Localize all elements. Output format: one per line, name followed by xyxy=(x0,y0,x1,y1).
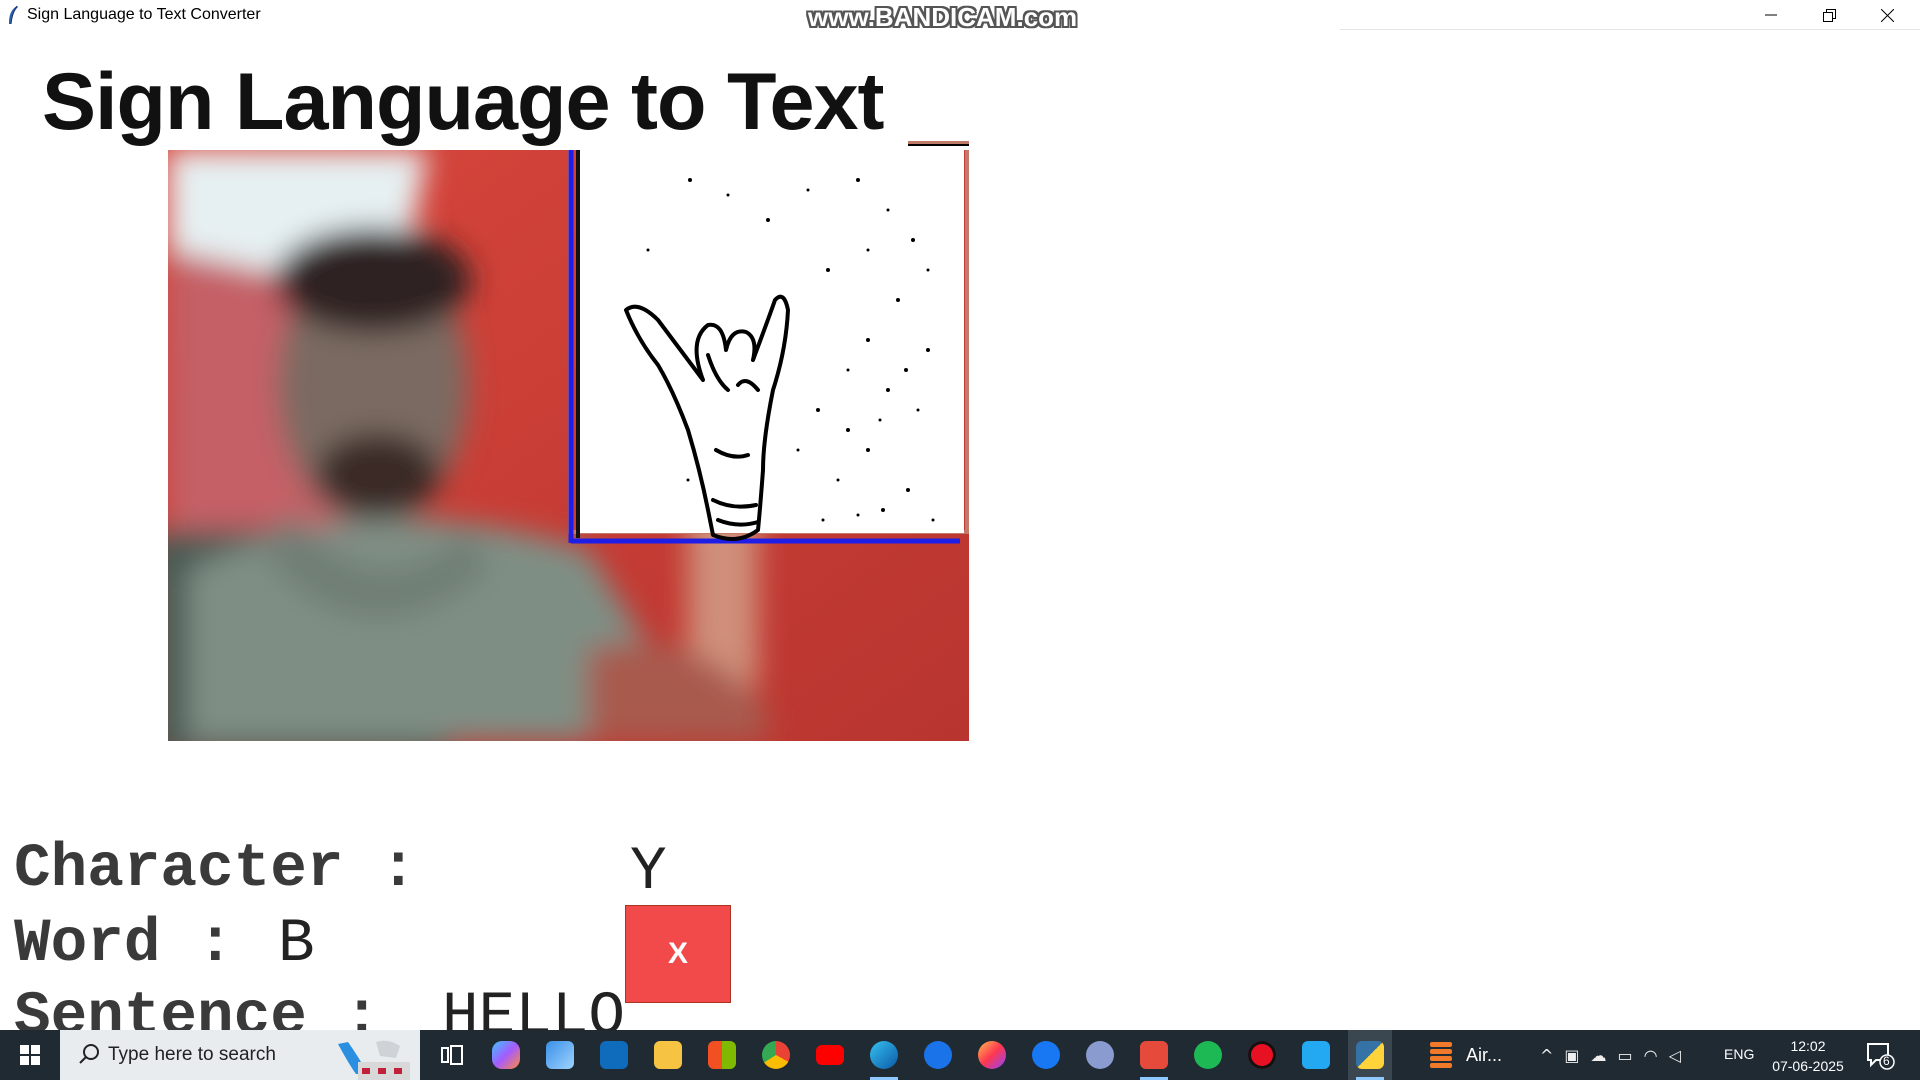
file-explorer-icon[interactable] xyxy=(646,1030,690,1080)
search-highlight-icon xyxy=(338,1040,410,1080)
sentence-label: Sentence : xyxy=(14,983,381,1030)
clear-button[interactable]: X xyxy=(625,905,731,1003)
sentence-value: HELLO xyxy=(442,983,626,1030)
notification-button[interactable]: 6 xyxy=(1866,1042,1896,1070)
spotify-icon[interactable] xyxy=(1186,1030,1230,1080)
wifi-icon[interactable]: ◠ xyxy=(1644,1046,1658,1065)
character-label: Character : xyxy=(14,835,417,904)
chevron-up-icon[interactable]: ^ xyxy=(1540,1046,1553,1065)
system-tray: ^ ▣ ☁ ▭ ◠ ◁ xyxy=(1540,1030,1692,1080)
taskbar-pinned xyxy=(430,1030,1402,1080)
taskbar-search[interactable]: Type here to search xyxy=(60,1030,420,1080)
notification-icon xyxy=(1867,1043,1895,1070)
app-running-icon xyxy=(1430,1042,1452,1068)
bandicam-watermark: www.BANDICAM.com xyxy=(808,2,1078,32)
word-value: B xyxy=(278,910,315,979)
restore-icon xyxy=(1822,8,1836,22)
outlook-icon[interactable] xyxy=(592,1030,636,1080)
close-button[interactable] xyxy=(1858,0,1916,30)
minimize-icon xyxy=(1765,14,1777,16)
divider xyxy=(1340,29,1920,30)
taskbar-running-app[interactable]: Air... xyxy=(1428,1030,1502,1080)
close-icon xyxy=(1880,8,1894,22)
character-value: Y xyxy=(630,838,667,907)
volume-icon[interactable]: ◁ xyxy=(1669,1046,1681,1065)
cloud-icon[interactable]: ☁ xyxy=(1591,1046,1607,1065)
running-app-label: Air... xyxy=(1466,1044,1503,1065)
language-indicator[interactable]: ENG xyxy=(1724,1046,1754,1062)
brave-icon[interactable] xyxy=(1132,1030,1176,1080)
clock-time: 12:02 xyxy=(1790,1038,1826,1054)
vscode-icon[interactable] xyxy=(1294,1030,1338,1080)
minimize-button[interactable] xyxy=(1742,0,1800,30)
word-label: Word : xyxy=(14,910,234,979)
laptop-icon[interactable] xyxy=(538,1030,582,1080)
restore-button[interactable] xyxy=(1800,0,1858,30)
r-icon[interactable] xyxy=(1078,1030,1122,1080)
camera-feed xyxy=(168,150,969,741)
record-icon[interactable] xyxy=(1240,1030,1284,1080)
firefox-icon[interactable] xyxy=(970,1030,1014,1080)
microsoft-store-icon[interactable] xyxy=(700,1030,744,1080)
clock[interactable]: 12:02 07-06-2025 xyxy=(1768,1036,1848,1076)
window-titlebar: Sign Language to Text Converter www.BAND… xyxy=(0,0,1920,32)
meet-icon[interactable]: ▣ xyxy=(1564,1046,1579,1065)
facebook-icon[interactable] xyxy=(1024,1030,1068,1080)
battery-icon[interactable]: ▭ xyxy=(1618,1046,1633,1065)
chrome-icon[interactable] xyxy=(754,1030,798,1080)
search-icon xyxy=(79,1044,99,1064)
task-view-icon[interactable] xyxy=(430,1030,474,1080)
youtube-icon[interactable] xyxy=(808,1030,852,1080)
app-icon[interactable] xyxy=(916,1030,960,1080)
taskbar: Type here to search Air... ^ ▣ ☁ ▭ ◠ ◁ E… xyxy=(0,1030,1920,1080)
roi-corner-top xyxy=(908,141,969,144)
start-button[interactable] xyxy=(0,1030,60,1080)
python-icon[interactable] xyxy=(1348,1030,1392,1080)
camera-image xyxy=(168,150,969,741)
windows-icon xyxy=(20,1045,40,1065)
edge-icon[interactable] xyxy=(862,1030,906,1080)
search-placeholder: Type here to search xyxy=(108,1044,276,1065)
clock-date: 07-06-2025 xyxy=(1772,1058,1844,1074)
notification-count: 6 xyxy=(1883,1054,1890,1068)
app-heading: Sign Language to Text xyxy=(42,57,885,147)
copilot-icon[interactable] xyxy=(484,1030,528,1080)
feather-icon xyxy=(9,5,18,25)
window-title: Sign Language to Text Converter xyxy=(27,6,261,23)
